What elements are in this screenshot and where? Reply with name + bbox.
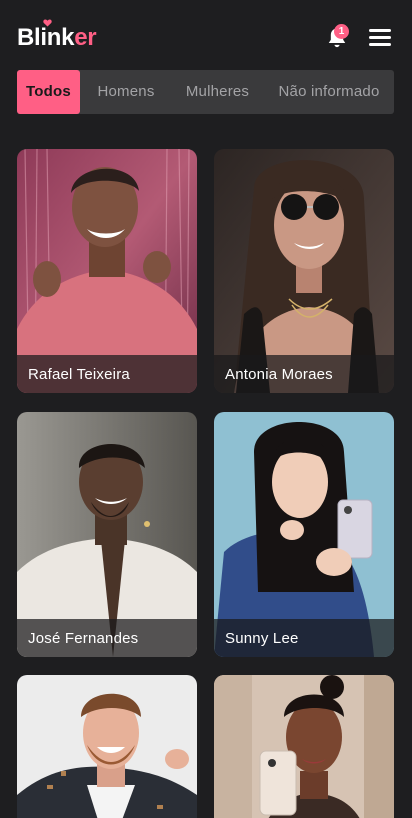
- tab-homens[interactable]: Homens: [85, 70, 167, 114]
- profile-name: Sunny Lee: [225, 630, 299, 647]
- gender-filter-tabs: Todos Homens Mulheres Não informado: [17, 70, 394, 114]
- profile-card[interactable]: Rafael Teixeira: [17, 149, 197, 393]
- profile-card[interactable]: [17, 675, 197, 818]
- profile-card[interactable]: [214, 675, 394, 818]
- profile-name: Antonia Moraes: [225, 366, 333, 383]
- profile-card[interactable]: José Fernandes: [17, 412, 197, 657]
- heart-icon: [43, 19, 52, 27]
- top-header: Blinker 1: [0, 0, 412, 70]
- profile-card[interactable]: Sunny Lee: [214, 412, 394, 657]
- logo-text-main: Blink: [17, 24, 75, 51]
- app-screen: Blinker 1 Todos Homens Mulheres Não info…: [0, 0, 412, 818]
- profile-name: Rafael Teixeira: [28, 366, 130, 383]
- app-logo[interactable]: Blinker: [17, 19, 97, 52]
- tab-todos[interactable]: Todos: [17, 70, 80, 114]
- profile-card[interactable]: Antonia Moraes: [214, 149, 394, 393]
- profile-photo: [17, 675, 197, 818]
- hamburger-menu-icon[interactable]: [369, 28, 391, 46]
- tab-mulheres[interactable]: Mulheres: [173, 70, 262, 114]
- profile-photo: [214, 675, 394, 818]
- tab-nao-informado[interactable]: Não informado: [267, 70, 391, 114]
- profile-name: José Fernandes: [28, 630, 139, 647]
- logo-text-accent: er: [74, 24, 97, 51]
- notification-badge: 1: [334, 24, 349, 39]
